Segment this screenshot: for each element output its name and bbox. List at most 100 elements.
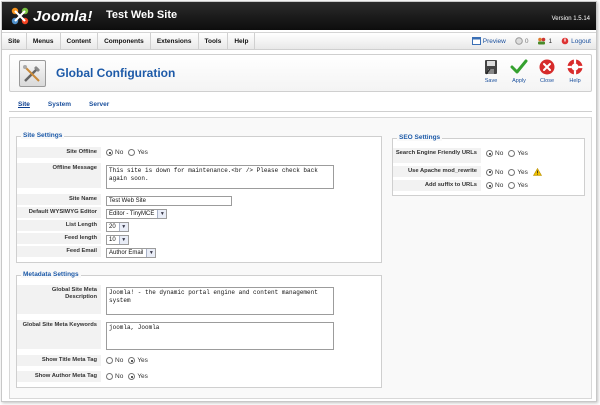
rewrite-yes[interactable]: Yes: [508, 168, 528, 176]
close-label: Close: [539, 78, 555, 84]
offline-message-label: Offline Message: [17, 163, 101, 189]
seo-settings-panel: SEO Settings Search Engine Friendly URLs…: [392, 134, 585, 196]
toolbar-buttons: Save Apply Close Help: [477, 58, 589, 84]
users-count[interactable]: 1: [537, 37, 552, 45]
radio-on-icon: [486, 182, 493, 189]
apply-label: Apply: [512, 78, 526, 84]
feed-length-row: Feed length 10 ▼: [17, 233, 381, 245]
editor-label: Default WYSIWYG Editor: [17, 207, 101, 219]
status-bar: Preview 0 1 Logout: [471, 33, 591, 49]
suffix-yes[interactable]: Yes: [508, 182, 528, 189]
close-button[interactable]: Close: [533, 58, 561, 84]
menu-help[interactable]: Help: [228, 33, 256, 49]
logout-link[interactable]: Logout: [561, 37, 591, 45]
show-title-row: Show Title Meta Tag No Yes: [17, 355, 381, 367]
config-icon: [19, 60, 46, 87]
brand-text: Joomla!: [33, 7, 93, 25]
radio-on-icon: [128, 373, 136, 380]
show-title-radios: No Yes: [106, 357, 148, 364]
save-button[interactable]: Save: [477, 58, 505, 84]
offline-message-textarea[interactable]: This site is down for maintenance.<br />…: [106, 165, 334, 189]
menu-menus[interactable]: Menus: [27, 33, 61, 49]
show-title-no[interactable]: No: [106, 357, 123, 364]
feed-email-label: Feed Email: [17, 246, 101, 258]
chevron-down-icon: ▼: [118, 223, 128, 231]
metadata-settings-panel: Metadata Settings Global Site Meta Descr…: [16, 271, 382, 388]
list-length-row: List Length 20 ▼: [17, 220, 381, 232]
save-label: Save: [484, 78, 498, 84]
show-author-row: Show Author Meta Tag No Yes: [17, 371, 381, 383]
menu-extensions[interactable]: Extensions: [151, 33, 199, 49]
help-button[interactable]: Help: [561, 58, 589, 84]
suffix-label: Add suffix to URLs: [393, 180, 481, 192]
rewrite-label: Use Apache mod_rewrite: [393, 166, 481, 178]
feed-length-select[interactable]: 10 ▼: [106, 235, 129, 245]
site-offline-yes[interactable]: Yes: [128, 149, 148, 156]
list-length-select[interactable]: 20 ▼: [106, 222, 129, 232]
show-author-label: Show Author Meta Tag: [17, 371, 101, 383]
preview-link[interactable]: Preview: [471, 37, 506, 45]
tab-system[interactable]: System: [39, 101, 80, 111]
offline-message-row: Offline Message This site is down for ma…: [17, 163, 381, 189]
messages-value: 0: [524, 37, 529, 45]
site-settings-legend: Site Settings: [21, 132, 65, 139]
sef-row: Search Engine Friendly URLs No Yes: [393, 148, 584, 164]
sef-radios: No Yes: [486, 150, 528, 157]
preview-label: Preview: [482, 37, 506, 45]
close-icon: [539, 59, 555, 75]
site-offline-label: Site Offline: [17, 147, 101, 159]
tab-server[interactable]: Server: [80, 101, 118, 111]
warning-icon: [532, 168, 542, 176]
feed-email-row: Feed Email Author Email ▼: [17, 246, 381, 258]
list-length-label: List Length: [17, 220, 101, 232]
show-author-radios: No Yes: [106, 373, 148, 380]
messages-count[interactable]: 0: [515, 37, 529, 45]
meta-description-row: Global Site Meta Description Joomla! - t…: [17, 285, 381, 315]
site-offline-no[interactable]: No: [106, 149, 123, 156]
menu-components[interactable]: Components: [98, 33, 151, 49]
editor-select[interactable]: Editor - TinyMCE ▼: [106, 209, 168, 219]
menu-bar: Site Menus Content Components Extensions…: [2, 32, 596, 50]
radio-off-icon: [508, 150, 516, 157]
users-icon: [538, 37, 546, 45]
menu-tools[interactable]: Tools: [199, 33, 229, 49]
site-title: Test Web Site: [106, 9, 178, 21]
lifebuoy-icon: [567, 59, 583, 75]
show-author-yes[interactable]: Yes: [128, 373, 148, 380]
page-title: Global Configuration: [56, 66, 176, 80]
show-title-label: Show Title Meta Tag: [17, 355, 101, 367]
show-title-yes[interactable]: Yes: [128, 357, 148, 364]
menu-content[interactable]: Content: [61, 33, 99, 49]
seo-settings-legend: SEO Settings: [397, 134, 443, 141]
rewrite-row: Use Apache mod_rewrite No Yes: [393, 166, 584, 178]
meta-keywords-label: Global Site Meta Keywords: [17, 320, 101, 350]
chevron-down-icon: ▼: [118, 236, 128, 244]
joomla-logo: Joomla!: [10, 6, 93, 26]
radio-on-icon: [486, 150, 493, 157]
settings-tabs: Site System Server: [9, 98, 592, 112]
apply-button[interactable]: Apply: [505, 58, 533, 84]
meta-description-textarea[interactable]: Joomla! - the dynamic portal engine and …: [106, 287, 334, 315]
site-name-input[interactable]: Test Web Site: [106, 196, 232, 206]
save-icon: [485, 60, 497, 75]
meta-keywords-row: Global Site Meta Keywords joomla, Joomla: [17, 320, 381, 350]
radio-off-icon: [106, 357, 113, 364]
rewrite-radios: No Yes: [486, 168, 542, 176]
tab-site[interactable]: Site: [9, 101, 39, 111]
admin-header: Joomla! Test Web Site Version 1.5.14: [2, 2, 596, 30]
meta-keywords-textarea[interactable]: joomla, Joomla: [106, 322, 334, 350]
radio-off-icon: [508, 182, 516, 189]
radio-on-icon: [486, 168, 493, 176]
suffix-no[interactable]: No: [486, 182, 503, 189]
sef-no[interactable]: No: [486, 150, 503, 157]
show-author-no[interactable]: No: [106, 373, 123, 380]
rewrite-no[interactable]: No: [486, 168, 503, 176]
feed-email-select[interactable]: Author Email ▼: [106, 248, 157, 258]
site-offline-radios: No Yes: [106, 149, 148, 156]
chevron-down-icon: ▼: [157, 210, 167, 218]
menu-site[interactable]: Site: [2, 33, 27, 49]
sef-yes[interactable]: Yes: [508, 150, 528, 157]
browser-frame: Joomla! Test Web Site Version 1.5.14 Sit…: [1, 1, 597, 402]
version-label: Version 1.5.14: [551, 16, 590, 22]
preview-icon: [471, 37, 481, 45]
